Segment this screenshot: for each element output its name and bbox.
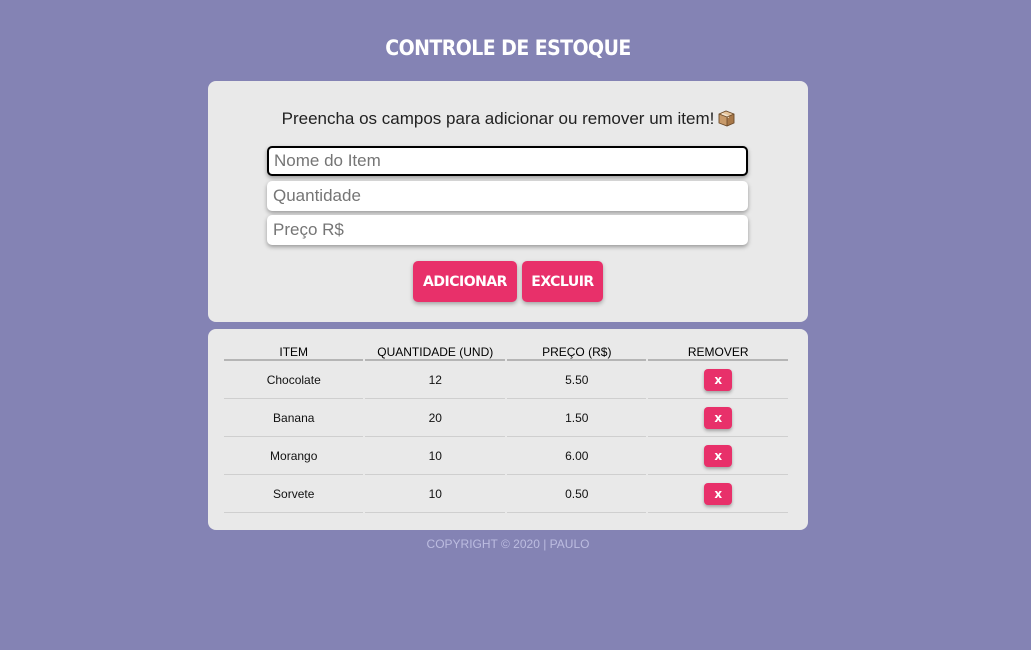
remove-item-button[interactable]: x <box>704 406 733 429</box>
remove-cell: x <box>648 475 788 513</box>
table-row: Chocolate 12 5.50 x <box>224 361 788 399</box>
remove-item-button[interactable]: x <box>704 444 733 467</box>
quantity-cell: 10 <box>365 437 506 475</box>
stock-table: ITEM QUANTIDADE (UND) PREÇO (R$) REMOVER… <box>222 345 790 513</box>
package-box-icon <box>718 110 735 127</box>
price-input[interactable] <box>267 215 748 245</box>
table-header-row: ITEM QUANTIDADE (UND) PREÇO (R$) REMOVER <box>224 345 788 361</box>
table-row: Sorvete 10 0.50 x <box>224 475 788 513</box>
footer-copyright: COPYRIGHT © 2020 | PAULO <box>426 537 590 551</box>
table-row: Banana 20 1.50 x <box>224 399 788 437</box>
table-row: Morango 10 6.00 x <box>224 437 788 475</box>
item-name-input[interactable] <box>267 146 748 176</box>
remove-cell: x <box>648 437 788 475</box>
add-button[interactable]: ADICIONAR <box>413 261 517 302</box>
quantity-cell: 20 <box>365 399 506 437</box>
stock-table-card: ITEM QUANTIDADE (UND) PREÇO (R$) REMOVER… <box>208 329 808 530</box>
column-header-price: PREÇO (R$) <box>507 345 647 361</box>
price-cell: 0.50 <box>507 475 647 513</box>
form-instruction: Preencha os campos para adicionar ou rem… <box>208 109 808 129</box>
quantity-cell: 12 <box>365 361 506 399</box>
remove-item-button[interactable]: x <box>704 482 733 505</box>
item-name-cell: Banana <box>224 399 364 437</box>
item-name-cell: Sorvete <box>224 475 364 513</box>
item-name-cell: Morango <box>224 437 364 475</box>
item-form-card: Preencha os campos para adicionar ou rem… <box>208 81 808 322</box>
price-cell: 5.50 <box>507 361 647 399</box>
quantity-cell: 10 <box>365 475 506 513</box>
page-title: CONTROLE DE ESTOQUE <box>385 36 631 60</box>
column-header-quantity: QUANTIDADE (UND) <box>365 345 506 361</box>
quantity-input[interactable] <box>267 181 748 211</box>
price-cell: 6.00 <box>507 437 647 475</box>
remove-item-button[interactable]: x <box>704 368 733 391</box>
remove-cell: x <box>648 361 788 399</box>
form-instruction-text: Preencha os campos para adicionar ou rem… <box>281 109 715 128</box>
item-name-cell: Chocolate <box>224 361 364 399</box>
column-header-remove: REMOVER <box>648 345 788 361</box>
price-cell: 1.50 <box>507 399 647 437</box>
remove-cell: x <box>648 399 788 437</box>
delete-button[interactable]: EXCLUIR <box>522 261 603 302</box>
column-header-item: ITEM <box>224 345 364 361</box>
